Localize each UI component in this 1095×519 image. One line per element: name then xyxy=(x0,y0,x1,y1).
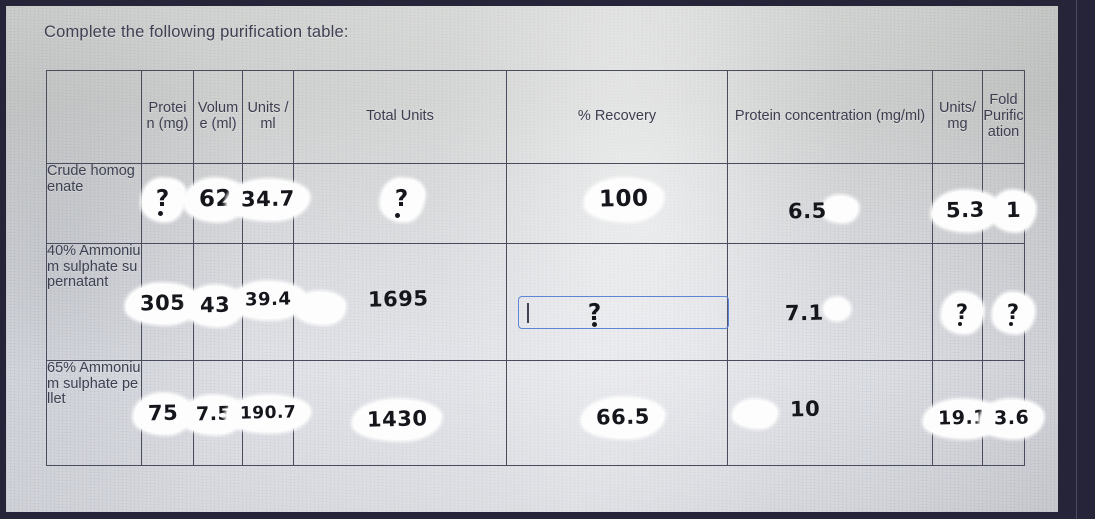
correction-blob xyxy=(733,400,777,428)
header-recovery: % Recovery xyxy=(506,70,728,164)
recovery-answer-input[interactable] xyxy=(518,296,729,329)
handwriting-units-per-mg-r2: ? xyxy=(939,292,985,332)
row-label-crude: Crude homogenate xyxy=(46,163,142,244)
header-fold-line1: Fold xyxy=(989,92,1018,109)
handwriting-recovery-r3: 66.5 xyxy=(586,396,660,438)
handwriting-recovery-r1: 100 xyxy=(592,178,656,220)
handwriting-units-per-mg-r1: 5.3 xyxy=(941,190,989,230)
table-header-row: Protei n (mg) Volum e (ml) Units / ml To… xyxy=(46,70,1025,164)
handwriting-units-per-ml-r3: 190.7 xyxy=(240,392,297,434)
handwriting-total-units-r3: 1430 xyxy=(358,398,436,440)
header-volume-line1: Volum xyxy=(197,100,239,117)
header-total-units: Total Units xyxy=(293,70,507,164)
header-unitsml-line2: ml xyxy=(260,116,276,132)
prompt-text: Complete the following purification tabl… xyxy=(44,23,349,41)
header-protein-line1: Protei xyxy=(148,100,187,117)
handwriting-protein-conc-r2: 7.1 xyxy=(784,300,824,326)
header-protein-concentration: Protein concentration (mg/ml) xyxy=(727,70,933,164)
ink-dot xyxy=(158,211,163,216)
handwriting-total-units-r1: ? xyxy=(374,178,430,220)
handwriting-protein-conc-r1: 6.5 xyxy=(787,198,827,224)
worksheet-photo: Complete the following purification tabl… xyxy=(6,6,1058,512)
right-rail xyxy=(1065,0,1095,519)
rail-divider xyxy=(1076,0,1077,519)
handwriting-protein-mg-r2: 305 xyxy=(134,282,192,324)
header-units-per-mg: Units/ mg xyxy=(932,70,983,164)
handwriting-recovery-r2: ? xyxy=(587,299,603,327)
handwriting-fold-r2: ? xyxy=(992,292,1034,332)
handwriting-units-per-ml-r2: 39.4 xyxy=(242,278,294,320)
handwriting-protein-conc-r3: 10 xyxy=(789,396,821,422)
header-unitsml-line1: Units / xyxy=(247,100,289,117)
ink-dot xyxy=(958,322,962,326)
header-unitsmg-line2: mg xyxy=(947,116,968,132)
header-protein-mg: Protei n (mg) xyxy=(141,70,194,164)
header-corner xyxy=(46,70,142,164)
ink-dot xyxy=(1009,322,1013,326)
handwriting-fold-r1: 1 xyxy=(994,190,1034,230)
ink-dot xyxy=(395,213,400,218)
header-fold-line2: Purific xyxy=(983,108,1024,125)
header-volume-ml: Volum e (ml) xyxy=(193,70,243,164)
header-fold-line3: ation xyxy=(987,123,1020,140)
row-label-65-pellet: 65% Ammonium sulphate pellet xyxy=(46,360,142,466)
handwriting-units-per-ml-r1: 34.7 xyxy=(241,178,295,220)
header-protein-line2: n (mg) xyxy=(146,116,189,132)
header-units-per-ml: Units / ml xyxy=(242,70,294,164)
header-volume-line2: e (ml) xyxy=(199,116,237,132)
text-caret xyxy=(527,303,529,323)
screen: Complete the following purification tabl… xyxy=(0,0,1095,519)
handwriting-protein-mg-r1: ? xyxy=(137,178,189,220)
header-fold-purification: Fold Purific ation xyxy=(982,70,1025,164)
handwriting-fold-r3: 3.6 xyxy=(988,398,1036,438)
header-unitsmg-line1: Units/ xyxy=(938,100,977,117)
ink-dot xyxy=(592,322,597,327)
handwriting-total-units-r2: 1695 xyxy=(367,286,429,312)
handwriting-protein-mg-r3: 75 xyxy=(138,392,188,434)
